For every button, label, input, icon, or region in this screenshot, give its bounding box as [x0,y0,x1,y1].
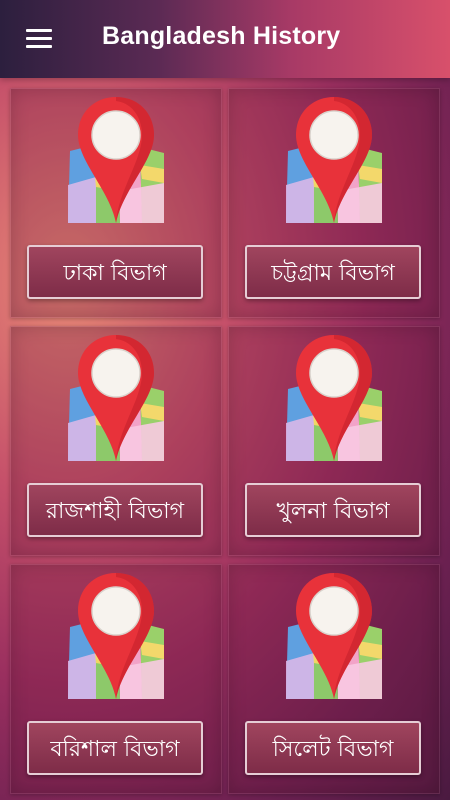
map-pin-icon [66,333,166,463]
division-card-khulna[interactable]: খুলনা বিভাগ [228,326,440,556]
division-card-chittagong[interactable]: চট্টগ্রাম বিভাগ [228,88,440,318]
map-pin-icon [66,571,166,701]
hamburger-menu-icon[interactable] [26,29,52,49]
sylhet-division-button[interactable]: সিলেট বিভাগ [245,721,421,775]
app-title: Bangladesh History [102,22,341,50]
barisal-division-button[interactable]: বরিশাল বিভাগ [27,721,203,775]
map-pin-icon [284,571,384,701]
khulna-division-button[interactable]: খুলনা বিভাগ [245,483,421,537]
app-bar: Bangladesh History [0,0,450,78]
division-card-dhaka[interactable]: ঢাকা বিভাগ [10,88,222,318]
map-pin-icon [284,95,384,225]
map-pin-icon [66,95,166,225]
rajshahi-division-button[interactable]: রাজশাহী বিভাগ [27,483,203,537]
chittagong-division-button[interactable]: চট্টগ্রাম বিভাগ [245,245,421,299]
dhaka-division-button[interactable]: ঢাকা বিভাগ [27,245,203,299]
division-grid: ঢাকা বিভাগ চট্টগ্রাম বিভাগ রাজশাহী বিভাগ… [10,88,440,794]
division-card-sylhet[interactable]: সিলেট বিভাগ [228,564,440,794]
division-card-rajshahi[interactable]: রাজশাহী বিভাগ [10,326,222,556]
map-pin-icon [284,333,384,463]
division-card-barisal[interactable]: বরিশাল বিভাগ [10,564,222,794]
